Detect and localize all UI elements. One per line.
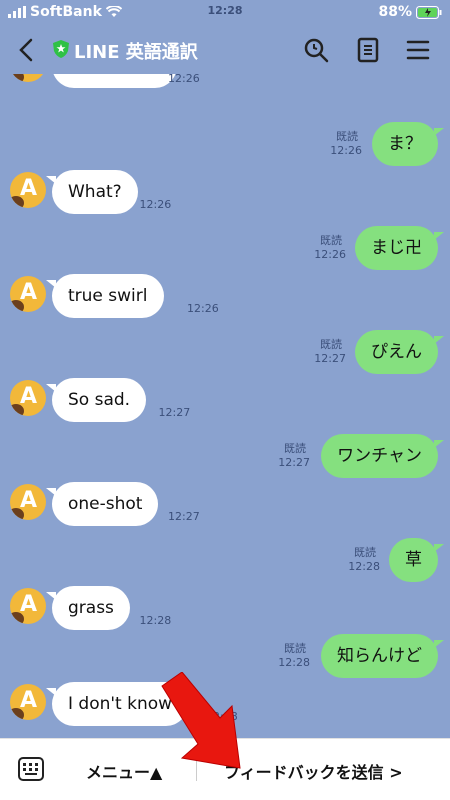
shield-icon: [53, 40, 69, 58]
message-time: 12:27: [158, 406, 191, 419]
battery-group: 88%: [378, 4, 442, 20]
message-time: 12:28: [278, 656, 310, 669]
read-receipt: 既読: [320, 234, 342, 247]
battery-icon: [416, 5, 442, 19]
message-bubble[interactable]: ワンチャン: [321, 434, 444, 478]
incoming-message: Agrass 12:28: [0, 586, 450, 634]
incoming-message: Aone-shot 12:27: [0, 482, 450, 530]
chevron-left-icon[interactable]: [14, 36, 40, 64]
outgoing-message: ワンチャン 既読 12:27: [0, 434, 450, 482]
outgoing-message: まじ卍 既読 12:26: [0, 226, 450, 274]
message-time: 12:28: [348, 560, 380, 573]
message-time: 12:27: [278, 456, 310, 469]
message-time: 12:28: [139, 614, 172, 627]
message-bubble[interactable]: ぴえん: [355, 330, 444, 374]
message-bubble[interactable]: What?: [46, 170, 138, 214]
status-bar: SoftBank 12:28 88%: [0, 0, 450, 26]
message-bubble[interactable]: one-shot: [45, 482, 159, 526]
red-arrow-annotation: [161, 672, 241, 769]
message-time: 12:27: [168, 510, 200, 523]
message-bubble[interactable]: So sad.: [45, 378, 147, 422]
avatar[interactable]: A: [10, 172, 46, 208]
outgoing-message: ま？ 既読 12:26: [0, 122, 450, 170]
read-receipt: 既読: [354, 546, 376, 559]
battery-percent: 88%: [378, 4, 412, 20]
avatar[interactable]: A: [10, 484, 46, 520]
avatar-letter: A: [20, 592, 38, 617]
bear-icon: [10, 612, 24, 624]
incoming-message: A RADWIMPS12:26: [0, 74, 450, 92]
bear-icon: [10, 508, 24, 520]
bear-icon: [10, 708, 24, 720]
outgoing-message: 草既読 12:28: [0, 538, 450, 586]
search-icon[interactable]: [302, 36, 330, 64]
read-receipt: 既読: [320, 338, 342, 351]
bear-icon: [10, 404, 24, 416]
message-bubble[interactable]: true swirl: [46, 274, 164, 318]
chat-header: LINE 英語通訳: [0, 26, 450, 74]
incoming-message: A So sad. 12:27: [0, 378, 450, 426]
avatar[interactable]: A: [10, 380, 46, 416]
chat-area[interactable]: ARADWIMPS12:26ま？既読12:26AWhat?12:26まじ卍既読1…: [0, 74, 450, 738]
note-icon[interactable]: [354, 36, 382, 64]
message-bubble[interactable]: まじ卍: [355, 226, 444, 270]
outgoing-message: ぴえん 既読 12:27: [0, 330, 450, 378]
message-time: 12:26: [168, 74, 200, 85]
read-receipt: 既読: [336, 130, 358, 143]
avatar[interactable]: A: [10, 74, 46, 82]
message-time: 12:26: [330, 144, 362, 157]
avatar-letter: A: [20, 688, 38, 713]
avatar-letter: A: [20, 176, 38, 201]
message-bubble[interactable]: 草: [389, 538, 444, 582]
bear-icon: [10, 196, 24, 208]
avatar[interactable]: A: [10, 684, 46, 720]
incoming-message: A What? 12:26: [0, 170, 450, 218]
read-receipt: 既読: [284, 442, 306, 455]
message-bubble[interactable]: RADWIMPS: [52, 74, 178, 88]
message-time: 12:27: [314, 352, 346, 365]
avatar-letter: A: [20, 384, 38, 409]
avatar-letter: A: [20, 488, 38, 513]
message-bubble[interactable]: grass: [46, 586, 130, 630]
chat-title: LINE 英語通訳: [74, 42, 198, 63]
incoming-message: Atrue swirl 12:26: [0, 274, 450, 322]
message-time: 12:26: [187, 302, 219, 315]
bear-icon: [10, 74, 24, 82]
read-receipt: 既読: [284, 642, 306, 655]
avatar-letter: A: [20, 280, 38, 305]
avatar[interactable]: A: [10, 276, 46, 312]
avatar[interactable]: A: [10, 588, 46, 624]
keyboard-icon[interactable]: [18, 757, 44, 781]
message-bubble[interactable]: 知らんけど: [321, 634, 444, 678]
message-time: 12:26: [314, 248, 346, 261]
hamburger-icon[interactable]: [404, 36, 432, 64]
message-time: 12:26: [139, 198, 172, 211]
bear-icon: [10, 300, 24, 312]
message-bubble[interactable]: ま？: [372, 122, 444, 166]
